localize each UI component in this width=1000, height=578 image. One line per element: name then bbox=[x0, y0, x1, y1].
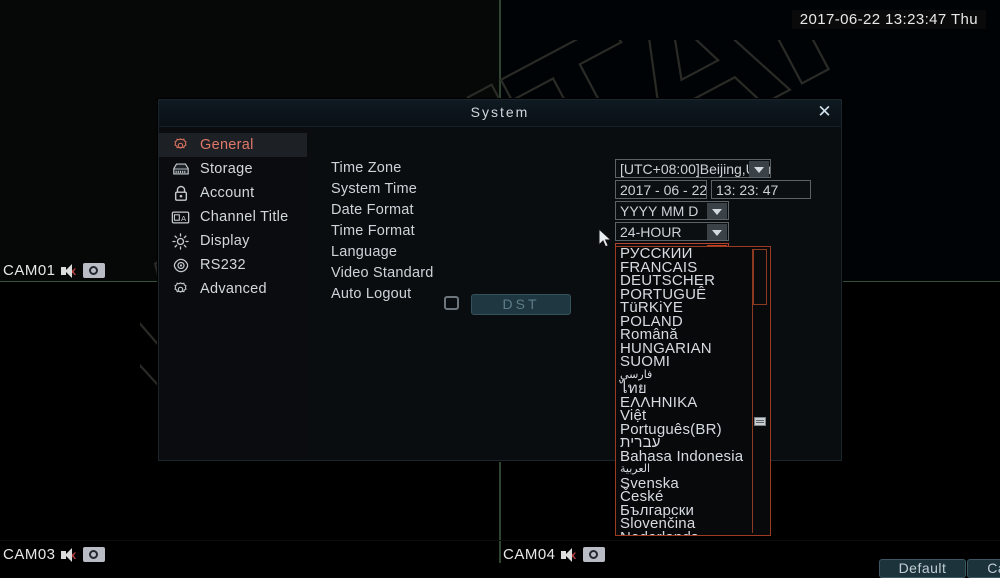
close-icon[interactable]: ✕ bbox=[815, 104, 834, 122]
chevron-down-icon[interactable] bbox=[707, 224, 727, 240]
sidebar-item-label: Account bbox=[200, 185, 255, 201]
time-zone-label: Time Zone bbox=[331, 160, 402, 176]
sidebar-item-general[interactable]: General bbox=[159, 133, 307, 157]
dialog-body: General Storage Account A Channel Title … bbox=[159, 127, 1000, 578]
sidebar-item-channel-title[interactable]: A Channel Title bbox=[159, 205, 307, 229]
sidebar-item-label: RS232 bbox=[200, 257, 246, 273]
sidebar-item-account[interactable]: Account bbox=[159, 181, 307, 205]
system-settings-dialog: System ✕ General Storage Account A Chann… bbox=[158, 99, 1000, 578]
sidebar-item-label: General bbox=[200, 137, 254, 153]
time-format-value: 24-HOUR bbox=[620, 224, 682, 240]
speaker-muted-icon: x bbox=[560, 547, 578, 562]
chevron-down-icon[interactable] bbox=[749, 161, 769, 177]
date-format-select[interactable]: YYYY MM D bbox=[615, 201, 729, 220]
scrollbar-thumb[interactable] bbox=[754, 417, 766, 426]
camera-name: CAM04 bbox=[503, 546, 556, 563]
date-format-label: Date Format bbox=[331, 202, 414, 218]
svg-text:A: A bbox=[181, 213, 187, 222]
language-dropdown-list[interactable]: РУССКИЙ FRANCAIS DEUTSCHER PORTUGUÊ TüRKiYE P… bbox=[615, 246, 771, 536]
camera-name: CAM03 bbox=[3, 546, 56, 563]
speaker-muted-icon: x bbox=[60, 263, 78, 278]
sidebar-item-label: Storage bbox=[200, 161, 253, 177]
hdd-icon bbox=[171, 160, 190, 179]
camera-name: CAM01 bbox=[3, 262, 56, 279]
system-time-label: System Time bbox=[331, 181, 417, 197]
sidebar-item-advanced[interactable]: Advanced bbox=[159, 277, 307, 301]
gear-advanced-icon bbox=[171, 280, 190, 299]
language-label: Language bbox=[331, 244, 398, 260]
dialog-title: System bbox=[470, 104, 530, 120]
system-date-value: 2017 - 06 - 22 bbox=[620, 182, 707, 198]
language-option[interactable]: SUOMI bbox=[616, 354, 753, 368]
time-zone-select[interactable]: [UTC+08:00]Beijing,Urumqi,Ta bbox=[615, 159, 771, 178]
lock-icon bbox=[171, 184, 190, 203]
system-clock-input[interactable]: 13: 23: 47 bbox=[711, 180, 811, 199]
system-date-input[interactable]: 2017 - 06 - 22 bbox=[615, 180, 707, 199]
language-option[interactable]: Bahasa Indonesia bbox=[616, 449, 753, 463]
video-standard-label: Video Standard bbox=[331, 265, 434, 281]
serial-port-icon bbox=[171, 256, 190, 275]
sidebar-item-display[interactable]: Display bbox=[159, 229, 307, 253]
grid-divider-horizontal-lower bbox=[0, 540, 1000, 541]
time-format-label: Time Format bbox=[331, 223, 415, 239]
speaker-muted-icon: x bbox=[60, 547, 78, 562]
language-option[interactable]: Nederlands bbox=[616, 530, 753, 535]
sidebar-item-rs232[interactable]: RS232 bbox=[159, 253, 307, 277]
dst-checkbox[interactable] bbox=[444, 296, 459, 310]
osd-clock: 2017-06-22 13:23:47 Thu bbox=[791, 10, 986, 29]
camera-label-cam04: CAM04 x bbox=[503, 546, 605, 563]
name-tag-icon: A bbox=[171, 208, 190, 227]
gear-icon bbox=[171, 136, 190, 155]
system-clock-value: 13: 23: 47 bbox=[716, 182, 779, 198]
settings-sidebar: General Storage Account A Channel Title … bbox=[159, 127, 307, 460]
default-button[interactable]: Default bbox=[879, 559, 966, 578]
date-format-value: YYYY MM D bbox=[620, 203, 699, 219]
time-format-select[interactable]: 24-HOUR bbox=[615, 222, 729, 241]
auto-logout-label: Auto Logout bbox=[331, 286, 412, 302]
language-dropdown-options[interactable]: РУССКИЙ FRANCAIS DEUTSCHER PORTUGUÊ TüRKiYE P… bbox=[616, 247, 753, 535]
sidebar-item-label: Display bbox=[200, 233, 250, 249]
chevron-down-icon[interactable] bbox=[707, 203, 727, 219]
dst-button[interactable]: DST bbox=[471, 294, 571, 315]
record-eye-icon bbox=[82, 547, 105, 562]
cancel-button[interactable]: Cancel bbox=[967, 559, 1000, 578]
general-settings-form: Time Zone System Time Date Format Time F… bbox=[319, 127, 1000, 578]
sidebar-item-storage[interactable]: Storage bbox=[159, 157, 307, 181]
sidebar-item-label: Advanced bbox=[200, 281, 267, 297]
scrollbar-track[interactable] bbox=[752, 249, 767, 533]
brightness-icon bbox=[171, 232, 190, 251]
camera-label-cam03: CAM03 x bbox=[3, 546, 105, 563]
sidebar-item-label: Channel Title bbox=[200, 209, 289, 225]
record-eye-icon bbox=[582, 547, 605, 562]
camera-label-cam01: CAM01 x bbox=[3, 262, 105, 279]
record-eye-icon bbox=[82, 263, 105, 278]
dialog-titlebar[interactable]: System ✕ bbox=[159, 100, 841, 127]
